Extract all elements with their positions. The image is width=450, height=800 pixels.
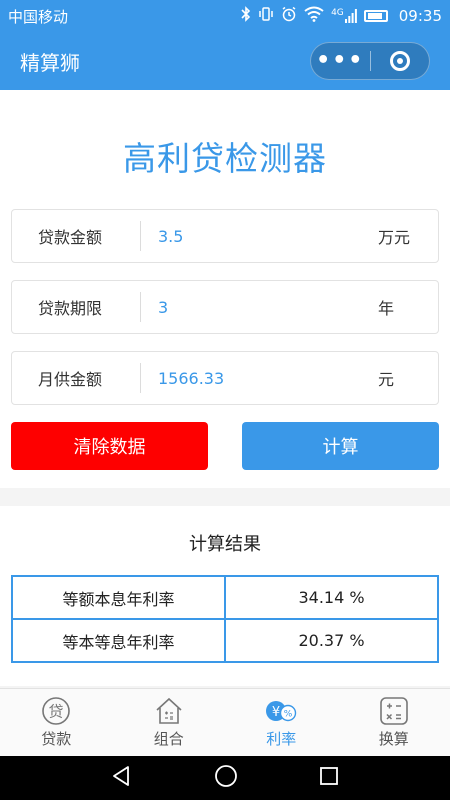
results-panel: 计算结果 等额本息年利率 34.14 % 等本等息年利率 20.37 %: [0, 506, 450, 686]
table-row: 等额本息年利率 34.14 %: [11, 575, 439, 620]
close-mini-program-button[interactable]: [371, 51, 430, 71]
app-title: 精算狮: [20, 50, 80, 75]
calculate-button[interactable]: 计算: [242, 422, 439, 470]
android-nav-bar: [0, 756, 450, 800]
nav-bar: 精算狮 •••: [0, 32, 450, 90]
monthly-payment-field: 月供金额 1566.33 元: [11, 351, 439, 405]
status-bar: 中国移动 4G 09:35: [0, 0, 450, 32]
more-icon[interactable]: •••: [311, 42, 370, 80]
recent-apps-icon[interactable]: [319, 766, 339, 790]
results-heading: 计算结果: [189, 534, 261, 555]
system-icons: 4G 09:35: [241, 6, 442, 26]
battery-icon: [363, 10, 388, 22]
loan-term-unit: 年: [378, 299, 395, 318]
table-row: 等本等息年利率 20.37 %: [11, 618, 439, 663]
rate-icon-percent: %: [284, 710, 293, 720]
result-value: 20.37 %: [224, 618, 439, 663]
loan-amount-unit: 万元: [378, 228, 411, 247]
tab-label: 换算: [378, 730, 409, 748]
tab-label: 贷款: [41, 730, 72, 748]
results-table: 等额本息年利率 34.14 % 等本等息年利率 20.37 %: [11, 575, 439, 663]
loan-amount-field: 贷款金额 3.5 万元: [11, 209, 439, 263]
rate-icon-yen: ¥: [272, 705, 280, 720]
network-type-label: 4G: [331, 8, 344, 18]
tab-convert[interactable]: 换算: [338, 689, 450, 756]
tab-label: 组合: [153, 730, 184, 748]
clear-data-button[interactable]: 清除数据: [11, 422, 208, 470]
calculator-icon: [379, 696, 409, 726]
tab-combo[interactable]: 组合: [113, 689, 226, 756]
wifi-icon: [304, 6, 324, 26]
loan-term-label: 贷款期限: [38, 299, 103, 318]
result-value: 34.14 %: [224, 575, 439, 620]
tab-label: 利率: [266, 730, 297, 748]
signal-icon: 4G: [331, 9, 357, 23]
monthly-payment-label: 月供金额: [38, 370, 103, 389]
page-title: 高利贷检测器: [123, 139, 327, 178]
loan-amount-input[interactable]: 3.5: [141, 227, 378, 246]
loan-term-field: 贷款期限 3 年: [11, 280, 439, 334]
back-icon[interactable]: [111, 765, 133, 791]
monthly-payment-input[interactable]: 1566.33: [141, 369, 378, 388]
loan-amount-label: 贷款金额: [38, 228, 103, 247]
vibrate-icon: [258, 6, 274, 26]
loan-icon-glyph: 贷: [49, 703, 64, 721]
monthly-payment-unit: 元: [378, 370, 395, 389]
loan-term-input[interactable]: 3: [141, 298, 378, 317]
house-calculator-icon: [154, 696, 184, 726]
rate-icon: ¥ %: [264, 696, 298, 726]
target-close-icon: [389, 51, 410, 71]
loan-icon: 贷: [41, 696, 71, 726]
result-name: 等本等息年利率: [11, 618, 226, 663]
clock: 09:35: [398, 7, 442, 25]
tab-loan[interactable]: 贷 贷款: [0, 689, 113, 756]
carrier-name: 中国移动: [8, 7, 69, 26]
tab-rate[interactable]: ¥ % 利率: [225, 689, 338, 756]
mini-program-capsule: •••: [310, 42, 430, 80]
calculator-panel: 高利贷检测器 贷款金额 3.5 万元 贷款期限 3 年 月供金额 1566.33…: [0, 90, 450, 488]
tab-bar: 贷 贷款 组合 ¥ % 利率 换算: [0, 688, 450, 756]
alarm-icon: [281, 6, 297, 26]
bluetooth-icon: [241, 6, 251, 26]
result-name: 等额本息年利率: [11, 575, 226, 620]
home-icon[interactable]: [214, 764, 238, 792]
